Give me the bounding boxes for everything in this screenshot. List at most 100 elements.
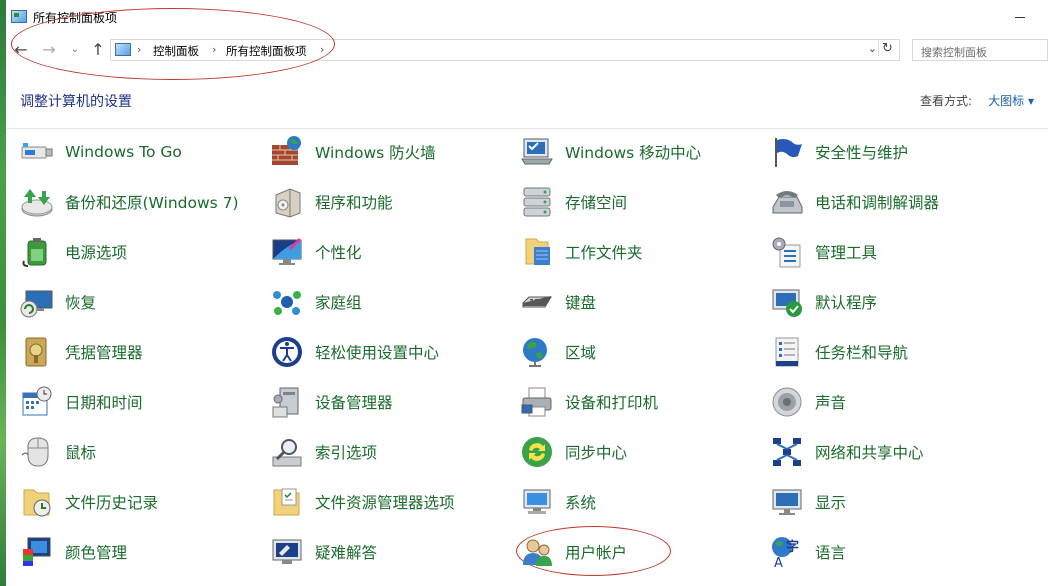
- control-panel-item-label[interactable]: 声音: [815, 391, 846, 413]
- credential-icon[interactable]: [20, 335, 54, 369]
- storage-icon[interactable]: [520, 185, 554, 219]
- forward-arrow-icon[interactable]: →: [40, 40, 58, 60]
- control-panel-item-label[interactable]: 工作文件夹: [565, 241, 643, 263]
- control-panel-item-label[interactable]: 凭据管理器: [65, 341, 143, 363]
- mobility-center-icon[interactable]: [520, 135, 554, 169]
- control-panel-item[interactable]: 任务栏和导航: [756, 332, 1006, 372]
- admin-tools-icon[interactable]: [770, 235, 804, 269]
- control-panel-item-label[interactable]: 文件资源管理器选项: [315, 491, 455, 513]
- control-panel-item-label[interactable]: 任务栏和导航: [815, 341, 908, 363]
- control-panel-item[interactable]: 文件资源管理器选项: [256, 482, 506, 522]
- breadcrumb-separator-icon[interactable]: ›: [320, 43, 324, 56]
- control-panel-item[interactable]: 程序和功能: [256, 182, 506, 222]
- control-panel-item[interactable]: 网络和共享中心: [756, 432, 1006, 472]
- control-panel-item[interactable]: Windows To Go: [6, 132, 256, 172]
- address-bar[interactable]: › 控制面板 › 所有控制面板项 › ⌄ ↻: [110, 39, 900, 61]
- firewall-icon[interactable]: [270, 135, 304, 169]
- system-icon[interactable]: [520, 485, 554, 519]
- view-by-dropdown[interactable]: 大图标 ▾: [988, 92, 1034, 109]
- control-panel-item[interactable]: 凭据管理器: [6, 332, 256, 372]
- color-management-icon[interactable]: [20, 535, 54, 569]
- control-panel-item-label[interactable]: 系统: [565, 491, 596, 513]
- control-panel-item[interactable]: 备份和还原(Windows 7): [6, 182, 256, 222]
- control-panel-item[interactable]: 疑难解答: [256, 532, 506, 572]
- control-panel-item[interactable]: 工作文件夹: [506, 232, 756, 272]
- control-panel-item-label[interactable]: 设备和打印机: [565, 391, 658, 413]
- control-panel-item[interactable]: 家庭组: [256, 282, 506, 322]
- control-panel-item[interactable]: 设备管理器: [256, 382, 506, 422]
- control-panel-item[interactable]: 声音: [756, 382, 1006, 422]
- breadcrumb-all-items[interactable]: 所有控制面板项: [226, 43, 307, 59]
- control-panel-item-label[interactable]: 管理工具: [815, 241, 877, 263]
- refresh-icon[interactable]: ↻: [878, 41, 896, 56]
- control-panel-item-label[interactable]: Windows 防火墙: [315, 141, 436, 163]
- recovery-icon[interactable]: [20, 285, 54, 319]
- mouse-icon[interactable]: [20, 435, 54, 469]
- recent-locations-chevron-icon[interactable]: ⌄: [66, 40, 84, 60]
- control-panel-item-label[interactable]: 语言: [815, 541, 846, 563]
- control-panel-item[interactable]: 轻松使用设置中心: [256, 332, 506, 372]
- control-panel-item[interactable]: 个性化: [256, 232, 506, 272]
- control-panel-item-label[interactable]: 同步中心: [565, 441, 627, 463]
- control-panel-item-label[interactable]: Windows To Go: [65, 143, 182, 161]
- control-panel-item[interactable]: 安全性与维护: [756, 132, 1006, 172]
- region-icon[interactable]: [520, 335, 554, 369]
- control-panel-item-label[interactable]: 疑难解答: [315, 541, 377, 563]
- control-panel-item-label[interactable]: 恢复: [65, 291, 96, 313]
- phone-modem-icon[interactable]: [770, 185, 804, 219]
- control-panel-item[interactable]: 键盘: [506, 282, 756, 322]
- control-panel-item[interactable]: 用户帐户: [506, 532, 756, 572]
- explorer-options-icon[interactable]: [270, 485, 304, 519]
- control-panel-item-label[interactable]: 家庭组: [315, 291, 362, 313]
- control-panel-item[interactable]: 字 A 语言: [756, 532, 1006, 572]
- control-panel-item[interactable]: 鼠标: [6, 432, 256, 472]
- control-panel-item[interactable]: 颜色管理: [6, 532, 256, 572]
- control-panel-item-label[interactable]: 鼠标: [65, 441, 96, 463]
- ease-of-access-icon[interactable]: [270, 335, 304, 369]
- control-panel-item-label[interactable]: 个性化: [315, 241, 362, 263]
- control-panel-item-label[interactable]: 设备管理器: [315, 391, 393, 413]
- control-panel-item[interactable]: 同步中心: [506, 432, 756, 472]
- personalization-icon[interactable]: [270, 235, 304, 269]
- display-icon[interactable]: [770, 485, 804, 519]
- control-panel-item[interactable]: Windows 防火墙: [256, 132, 506, 172]
- flag-icon[interactable]: [770, 135, 804, 169]
- control-panel-item-label[interactable]: 备份和还原(Windows 7): [65, 191, 239, 213]
- breadcrumb-control-panel[interactable]: 控制面板: [153, 43, 199, 59]
- network-icon[interactable]: [770, 435, 804, 469]
- control-panel-item-label[interactable]: 键盘: [565, 291, 596, 313]
- control-panel-item-label[interactable]: 网络和共享中心: [815, 441, 924, 463]
- control-panel-item[interactable]: Windows 移动中心: [506, 132, 756, 172]
- printer-icon[interactable]: [520, 385, 554, 419]
- breadcrumb-separator-icon[interactable]: ›: [212, 43, 216, 56]
- power-icon[interactable]: [20, 235, 54, 269]
- control-panel-item-label[interactable]: 默认程序: [815, 291, 877, 313]
- usb-drive-icon[interactable]: [20, 135, 54, 169]
- sync-icon[interactable]: [520, 435, 554, 469]
- troubleshooting-icon[interactable]: [270, 535, 304, 569]
- datetime-icon[interactable]: [20, 385, 54, 419]
- control-panel-item[interactable]: 日期和时间: [6, 382, 256, 422]
- control-panel-item-label[interactable]: 文件历史记录: [65, 491, 158, 513]
- control-panel-item-label[interactable]: 日期和时间: [65, 391, 143, 413]
- control-panel-item-label[interactable]: 轻松使用设置中心: [315, 341, 439, 363]
- control-panel-item-label[interactable]: 电源选项: [65, 241, 127, 263]
- file-history-icon[interactable]: [20, 485, 54, 519]
- control-panel-item[interactable]: 系统: [506, 482, 756, 522]
- language-icon[interactable]: 字A: [770, 535, 804, 571]
- control-panel-item[interactable]: 电源选项: [6, 232, 256, 272]
- keyboard-icon[interactable]: [520, 285, 554, 319]
- control-panel-item[interactable]: 恢复: [6, 282, 256, 322]
- up-arrow-icon[interactable]: ↑: [89, 40, 107, 60]
- address-dropdown-icon[interactable]: ⌄: [868, 42, 877, 55]
- backup-icon[interactable]: [20, 185, 54, 219]
- minimize-button[interactable]: [1010, 8, 1030, 26]
- control-panel-item[interactable]: 默认程序: [756, 282, 1006, 322]
- device-manager-icon[interactable]: [270, 385, 304, 419]
- control-panel-item[interactable]: 文件历史记录: [6, 482, 256, 522]
- control-panel-item-label[interactable]: Windows 移动中心: [565, 141, 701, 163]
- control-panel-item-label[interactable]: 用户帐户: [565, 541, 627, 563]
- back-arrow-icon[interactable]: ←: [12, 40, 30, 60]
- control-panel-item-label[interactable]: 显示: [815, 491, 846, 513]
- control-panel-item-label[interactable]: 程序和功能: [315, 191, 393, 213]
